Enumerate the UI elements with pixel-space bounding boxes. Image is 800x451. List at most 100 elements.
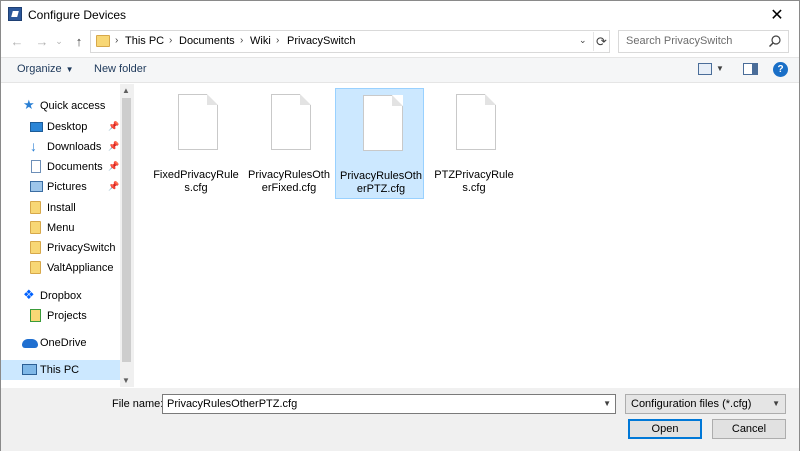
- sidebar-item-onedrive[interactable]: OneDrive: [1, 333, 120, 353]
- sidebar-item-label: Dropbox: [40, 290, 82, 302]
- pin-icon[interactable]: 📌: [108, 121, 119, 132]
- filename-label: File name:: [112, 398, 164, 410]
- scroll-down-icon[interactable]: ▼: [122, 376, 130, 385]
- app-icon: [8, 7, 22, 21]
- file-type-value: Configuration files (*.cfg): [631, 398, 752, 410]
- document-icon: [31, 160, 41, 173]
- sidebar-item-valtappliance[interactable]: ValtAppliance: [1, 258, 120, 278]
- sidebar-scrollbar[interactable]: ▲ ▼: [120, 84, 133, 387]
- sidebar-item-privacyswitch[interactable]: PrivacySwitch: [1, 238, 120, 258]
- sidebar-item-label: Documents: [47, 161, 103, 173]
- file-name: PrivacyRulesOtherPTZ.cfg: [340, 170, 422, 195]
- file-dialog-window: Configure Devices ✕ ← → ⌄ ↑ › This PC › …: [0, 0, 800, 451]
- open-button[interactable]: Open: [628, 419, 702, 439]
- folder-icon: [30, 241, 41, 254]
- back-button[interactable]: ←: [9, 32, 25, 50]
- file-list: FixedPrivacyRules.cfg PrivacyRulesOtherF…: [135, 84, 799, 387]
- change-view-icon[interactable]: [698, 63, 712, 75]
- sidebar-item-label: OneDrive: [40, 337, 87, 349]
- sidebar-item-label: PrivacySwitch: [47, 242, 116, 254]
- sidebar-item-quick-access[interactable]: ★ Quick access: [1, 96, 120, 116]
- file-type-select[interactable]: Configuration files (*.cfg) ▼: [625, 394, 786, 414]
- help-icon[interactable]: ?: [773, 62, 788, 77]
- window-title: Configure Devices: [28, 8, 127, 22]
- pin-icon[interactable]: 📌: [108, 161, 119, 172]
- recent-locations-button[interactable]: ⌄: [53, 32, 65, 50]
- desktop-icon: [30, 122, 43, 132]
- navigation-pane: ★ Quick access Desktop 📌 ↓ Downloads 📌 D…: [1, 84, 134, 387]
- back-arrow-icon: ←: [10, 33, 24, 49]
- folder-icon: [96, 35, 110, 47]
- file-name: PTZPrivacyRules.cfg: [434, 169, 514, 194]
- refresh-button[interactable]: ⟳: [593, 32, 609, 51]
- title-bar: Configure Devices ✕: [1, 1, 799, 28]
- file-icon: [271, 94, 311, 150]
- chevron-down-icon[interactable]: ▼: [603, 399, 611, 408]
- up-button[interactable]: ↑: [71, 32, 87, 50]
- folder-icon: [30, 201, 41, 214]
- projects-icon: [30, 309, 41, 322]
- sidebar-item-downloads[interactable]: ↓ Downloads 📌: [1, 137, 120, 157]
- sidebar-item-this-pc[interactable]: This PC: [1, 360, 120, 380]
- pin-icon[interactable]: 📌: [108, 141, 119, 152]
- sidebar-item-projects[interactable]: Projects: [1, 306, 120, 326]
- sidebar-item-label: Install: [47, 202, 76, 214]
- file-icon: [363, 95, 403, 151]
- search-placeholder: Search PrivacySwitch: [626, 35, 733, 47]
- chevron-down-icon[interactable]: ⌄: [579, 35, 587, 46]
- sidebar-item-label: Projects: [47, 310, 87, 322]
- new-folder-button[interactable]: New folder: [94, 63, 147, 75]
- file-item[interactable]: FixedPrivacyRules.cfg: [151, 88, 240, 199]
- organize-button[interactable]: Organize ▼: [17, 63, 74, 75]
- preview-pane-icon[interactable]: [743, 63, 758, 75]
- cancel-button[interactable]: Cancel: [712, 419, 786, 439]
- pictures-icon: [30, 181, 43, 192]
- sidebar-item-dropbox[interactable]: ❖ Dropbox: [1, 286, 120, 306]
- breadcrumb-documents[interactable]: Documents: [179, 35, 235, 47]
- breadcrumb-separator: ›: [169, 35, 173, 46]
- caret-down-icon: ▼: [65, 65, 74, 74]
- sidebar-item-label: This PC: [40, 364, 80, 376]
- sidebar-item-documents[interactable]: Documents 📌: [1, 157, 120, 177]
- organize-label: Organize: [17, 63, 62, 75]
- download-icon: ↓: [30, 138, 37, 154]
- dropbox-icon: ❖: [23, 287, 35, 302]
- sidebar-item-label: Menu: [47, 222, 75, 234]
- address-bar[interactable]: › This PC › Documents › Wiki › PrivacySw…: [90, 30, 610, 53]
- file-item[interactable]: PrivacyRulesOtherFixed.cfg: [244, 88, 333, 199]
- sidebar-item-desktop[interactable]: Desktop 📌: [1, 117, 120, 137]
- forward-button[interactable]: →: [34, 32, 50, 50]
- scrollbar-thumb[interactable]: [122, 98, 131, 362]
- star-icon: ★: [23, 97, 35, 112]
- breadcrumb-separator: ›: [276, 35, 280, 46]
- breadcrumb-wiki[interactable]: Wiki: [250, 35, 271, 47]
- breadcrumb-this-pc[interactable]: This PC: [125, 35, 164, 47]
- file-item[interactable]: PTZPrivacyRules.cfg: [429, 88, 518, 199]
- sidebar-item-label: ValtAppliance: [47, 262, 114, 274]
- filename-value: PrivacyRulesOtherPTZ.cfg: [167, 398, 298, 410]
- chevron-down-icon: ▼: [772, 399, 780, 408]
- sidebar-item-label: Pictures: [47, 181, 87, 193]
- file-icon: [456, 94, 496, 150]
- footer-panel: File name: PrivacyRulesOtherPTZ.cfg ▼ Co…: [1, 388, 799, 451]
- sidebar-item-pictures[interactable]: Pictures 📌: [1, 177, 120, 197]
- navigation-row: ← → ⌄ ↑ › This PC › Documents › Wiki › P…: [1, 28, 799, 56]
- breadcrumb-privacyswitch[interactable]: PrivacySwitch: [287, 35, 355, 47]
- scroll-up-icon[interactable]: ▲: [122, 86, 130, 95]
- filename-input[interactable]: PrivacyRulesOtherPTZ.cfg ▼: [162, 394, 616, 414]
- sidebar-item-label: Quick access: [40, 100, 106, 112]
- breadcrumb-separator: ›: [240, 35, 244, 46]
- close-button[interactable]: ✕: [755, 1, 799, 28]
- search-icon[interactable]: [768, 34, 782, 48]
- caret-down-icon[interactable]: ▼: [716, 64, 724, 73]
- sidebar-item-install[interactable]: Install: [1, 198, 120, 218]
- file-name: FixedPrivacyRules.cfg: [153, 169, 239, 194]
- folder-icon: [30, 261, 41, 274]
- pin-icon[interactable]: 📌: [108, 181, 119, 192]
- search-input[interactable]: Search PrivacySwitch: [618, 30, 789, 53]
- file-item-selected[interactable]: PrivacyRulesOtherPTZ.cfg: [335, 88, 424, 199]
- forward-arrow-icon: →: [35, 33, 49, 49]
- sidebar-item-menu[interactable]: Menu: [1, 218, 120, 238]
- up-arrow-icon: ↑: [75, 33, 83, 49]
- chevron-down-icon: ⌄: [55, 35, 63, 46]
